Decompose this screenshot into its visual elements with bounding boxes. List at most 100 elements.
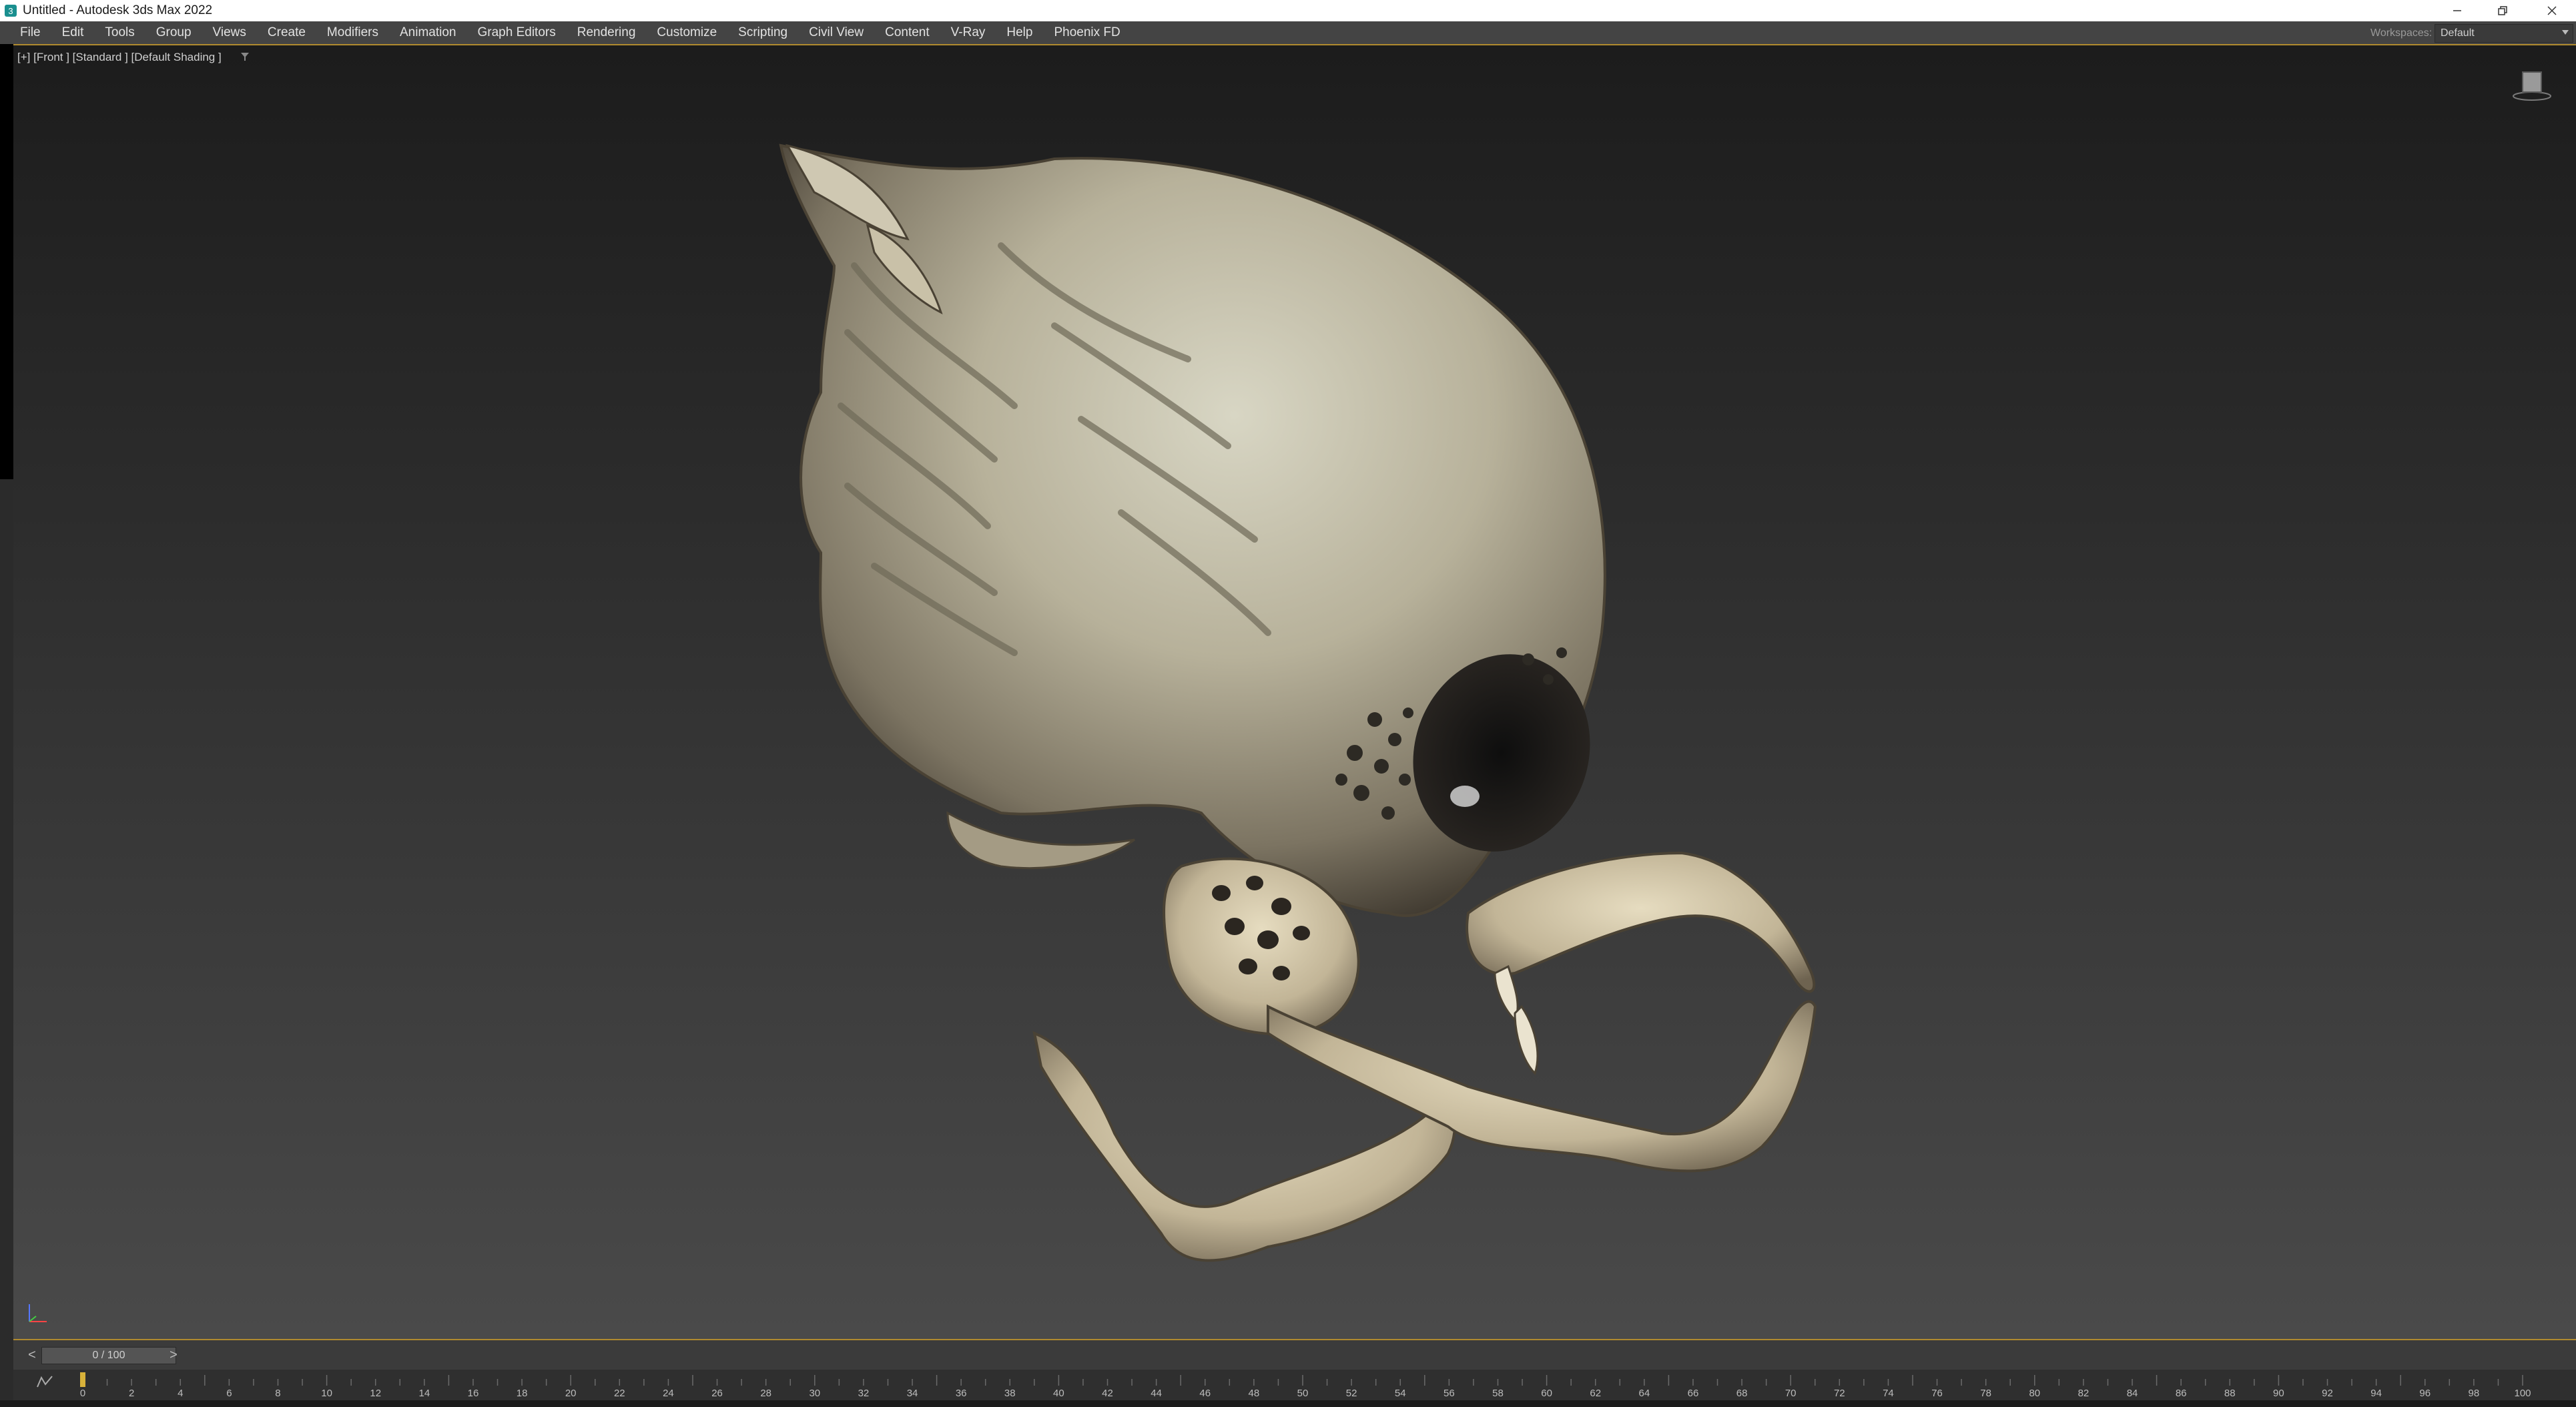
menu-content[interactable]: Content bbox=[874, 25, 940, 40]
frame-ruler[interactable]: 0 2 4 6 8 10 12 14 16 18 20 22 24 26 28 30 32 34 36 38 40 42 4… bbox=[13, 1370, 2576, 1400]
menu-customize[interactable]: Customize bbox=[646, 25, 727, 40]
frame-tick-label: 64 bbox=[1638, 1388, 1650, 1399]
frame-tick-label: 90 bbox=[2273, 1388, 2284, 1399]
filter-icon[interactable] bbox=[240, 52, 250, 61]
frame-tick-label: 18 bbox=[517, 1388, 528, 1399]
track-bar[interactable]: 0 2 4 6 8 10 12 14 16 18 20 22 24 26 28 30 32 34 36 38 40 42 4… bbox=[13, 1370, 2576, 1400]
mandible-fang bbox=[1514, 1005, 1539, 1075]
left-edge-black-panel bbox=[0, 44, 13, 479]
menu-edit[interactable]: Edit bbox=[51, 25, 95, 40]
menu-phoenix-fd[interactable]: Phoenix FD bbox=[1043, 25, 1131, 40]
frame-tick-label: 56 bbox=[1443, 1388, 1455, 1399]
time-slider-next-button[interactable]: > bbox=[164, 1346, 183, 1364]
frame-tick-label: 58 bbox=[1492, 1388, 1504, 1399]
window-title: Untitled - Autodesk 3ds Max 2022 bbox=[23, 3, 213, 17]
frame-tick-label: 14 bbox=[418, 1388, 430, 1399]
mandible-lower-right bbox=[1267, 1000, 1817, 1173]
frame-tick-label: 92 bbox=[2322, 1388, 2333, 1399]
frame-tick-label: 16 bbox=[468, 1388, 479, 1399]
menu-tools[interactable]: Tools bbox=[94, 25, 145, 40]
frame-tick-label: 46 bbox=[1199, 1388, 1211, 1399]
frame-tick-label: 40 bbox=[1053, 1388, 1064, 1399]
menu-views[interactable]: Views bbox=[202, 25, 257, 40]
menu-bar: File Edit Tools Group Views Create Modif… bbox=[0, 21, 2576, 44]
frame-tick-label: 36 bbox=[956, 1388, 967, 1399]
restore-button[interactable] bbox=[2480, 0, 2525, 21]
frame-tick-label: 4 bbox=[178, 1388, 183, 1399]
frame-tick-label: 48 bbox=[1249, 1388, 1260, 1399]
menu-help[interactable]: Help bbox=[996, 25, 1043, 40]
frame-tick-label: 32 bbox=[858, 1388, 870, 1399]
frame-tick-label: 80 bbox=[2029, 1388, 2040, 1399]
minimize-icon bbox=[2453, 10, 2461, 11]
menu-create[interactable]: Create bbox=[257, 25, 316, 40]
frame-tick-label: 8 bbox=[275, 1388, 280, 1399]
frame-tick-label: 96 bbox=[2419, 1388, 2431, 1399]
frame-tick-label: 86 bbox=[2176, 1388, 2187, 1399]
frame-tick-label: 42 bbox=[1102, 1388, 1113, 1399]
frame-tick-label: 34 bbox=[907, 1388, 918, 1399]
axis-tripod-icon bbox=[29, 1304, 47, 1322]
menu-items: File Edit Tools Group Views Create Modif… bbox=[9, 21, 1131, 44]
time-slider-prev-button[interactable]: < bbox=[23, 1346, 41, 1364]
frame-tick-label: 82 bbox=[2078, 1388, 2089, 1399]
menu-group[interactable]: Group bbox=[145, 25, 202, 40]
viewcube-icon[interactable] bbox=[2512, 68, 2552, 101]
skull-creature-model[interactable] bbox=[13, 45, 2576, 1340]
menu-file[interactable]: File bbox=[9, 25, 51, 40]
frame-tick-label: 26 bbox=[711, 1388, 723, 1399]
svg-text:3: 3 bbox=[8, 6, 13, 16]
frame-tick-label: 54 bbox=[1395, 1388, 1406, 1399]
frame-tick-label: 78 bbox=[1980, 1388, 1991, 1399]
frame-tick-label: 30 bbox=[809, 1388, 820, 1399]
frame-tick-label: 20 bbox=[565, 1388, 577, 1399]
menu-graph-editors[interactable]: Graph Editors bbox=[467, 25, 567, 40]
menu-vray[interactable]: V-Ray bbox=[940, 25, 996, 40]
frame-tick-label: 70 bbox=[1785, 1388, 1797, 1399]
chevron-down-icon bbox=[2562, 30, 2569, 35]
frame-tick-label: 72 bbox=[1834, 1388, 1845, 1399]
skull-lip bbox=[946, 811, 1135, 870]
time-slider-bar: < 0 / 100 > bbox=[13, 1340, 2576, 1370]
menu-scripting[interactable]: Scripting bbox=[727, 25, 798, 40]
app-icon: 3 bbox=[5, 5, 17, 17]
viewport-label-menu[interactable]: [+] [Front ] [Standard ] [Default Shadin… bbox=[17, 51, 222, 64]
menu-animation[interactable]: Animation bbox=[389, 25, 467, 40]
frame-tick-label: 12 bbox=[370, 1388, 381, 1399]
frame-tick-label: 0 bbox=[80, 1388, 85, 1399]
front-viewport[interactable]: [+] [Front ] [Standard ] [Default Shadin… bbox=[13, 44, 2576, 1340]
workspaces-label: Workspaces: bbox=[2370, 27, 2433, 39]
frame-tick-label: 22 bbox=[614, 1388, 625, 1399]
frame-tick-label: 88 bbox=[2224, 1388, 2236, 1399]
frame-tick-label: 94 bbox=[2370, 1388, 2382, 1399]
frame-tick-label: 68 bbox=[1736, 1388, 1748, 1399]
frame-tick-label: 84 bbox=[2127, 1388, 2138, 1399]
menu-modifiers[interactable]: Modifiers bbox=[316, 25, 389, 40]
menu-civil-view[interactable]: Civil View bbox=[798, 25, 874, 40]
frame-tick-label: 52 bbox=[1346, 1388, 1357, 1399]
frame-tick-label: 60 bbox=[1541, 1388, 1552, 1399]
frame-tick-label: 44 bbox=[1151, 1388, 1162, 1399]
frame-tick-label: 50 bbox=[1297, 1388, 1309, 1399]
title-bar: 3 Untitled - Autodesk 3ds Max 2022 bbox=[0, 0, 2576, 21]
frame-tick-label: 6 bbox=[226, 1388, 232, 1399]
frame-tick-label: 38 bbox=[1004, 1388, 1016, 1399]
eye-highlight bbox=[1450, 786, 1480, 807]
frame-tick-label: 2 bbox=[129, 1388, 134, 1399]
frame-tick-label: 28 bbox=[760, 1388, 771, 1399]
current-frame-marker[interactable] bbox=[80, 1372, 85, 1387]
close-icon bbox=[2547, 6, 2557, 15]
frame-tick-label: 98 bbox=[2469, 1388, 2480, 1399]
workspace-dropdown[interactable]: Default bbox=[2435, 24, 2573, 43]
frame-tick-label: 66 bbox=[1688, 1388, 1699, 1399]
menu-rendering[interactable]: Rendering bbox=[567, 25, 647, 40]
close-button[interactable] bbox=[2529, 0, 2575, 21]
taskbar-strip bbox=[0, 1400, 2576, 1407]
minimize-button[interactable] bbox=[2435, 0, 2480, 21]
frame-tick-label: 100 bbox=[2514, 1388, 2531, 1399]
frame-tick-label: 24 bbox=[663, 1388, 674, 1399]
workspace-value: Default bbox=[2441, 27, 2475, 39]
frame-tick-label: 10 bbox=[321, 1388, 332, 1399]
upper-jaw-hook bbox=[1466, 851, 1816, 993]
time-slider-thumb[interactable]: 0 / 100 bbox=[41, 1347, 176, 1364]
